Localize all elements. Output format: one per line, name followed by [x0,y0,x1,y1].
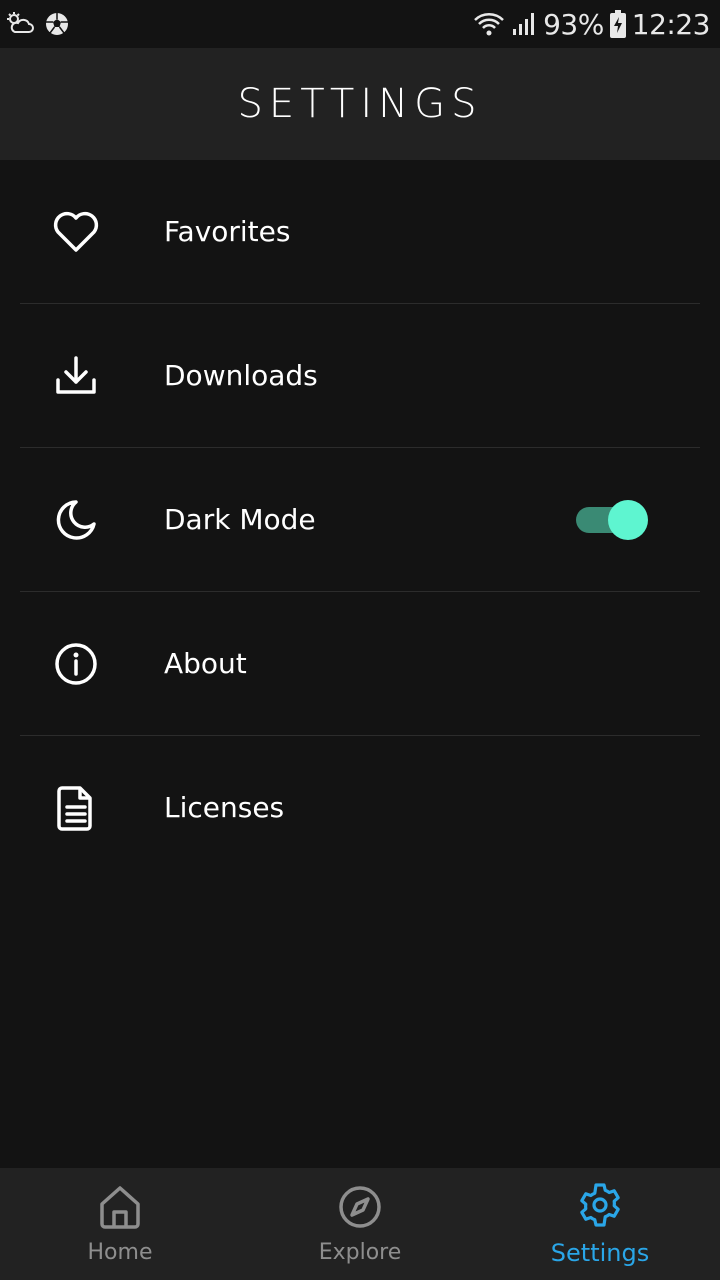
home-icon [98,1184,142,1234]
compass-icon [337,1184,383,1234]
toggle-thumb [608,499,648,540]
settings-item-dark-mode[interactable]: Dark Mode [20,448,700,592]
status-right: 93% 12:23 [473,8,720,41]
wifi-icon [473,11,505,37]
settings-item-licenses[interactable]: Licenses [20,736,700,879]
settings-item-label: Downloads [164,359,318,392]
signal-icon [511,11,537,37]
settings-item-about[interactable]: About [20,592,700,736]
heart-icon [52,208,100,256]
settings-item-label: Licenses [164,791,285,824]
settings-item-favorites[interactable]: Favorites [20,160,700,304]
document-icon [52,784,100,832]
bottom-nav: Home Explore Settings [0,1168,720,1280]
moon-icon [52,496,100,544]
soccer-ball-icon [44,11,70,37]
nav-label-settings: Settings [550,1239,650,1267]
settings-item-label: Favorites [164,215,291,248]
settings-item-label: About [164,647,247,680]
dark-mode-toggle[interactable] [576,499,648,540]
download-icon [52,352,100,400]
battery-percent: 93% [543,7,604,41]
gear-icon [576,1181,624,1233]
nav-item-home[interactable]: Home [0,1168,240,1280]
status-time: 12:23 [631,7,711,41]
nav-label-explore: Explore [318,1239,402,1265]
info-icon [52,640,100,688]
nav-item-settings[interactable]: Settings [480,1168,720,1280]
battery-charging-icon [609,10,626,38]
settings-list: Favorites Downloads Dark Mode About Lice… [0,160,720,879]
nav-item-explore[interactable]: Explore [240,1168,480,1280]
page-title: SETTINGS [237,81,483,127]
app-header: SETTINGS [0,48,720,160]
settings-item-label: Dark Mode [164,503,316,536]
weather-cloud-icon [6,11,36,37]
status-bar: 93% 12:23 [0,0,720,48]
nav-label-home: Home [87,1239,153,1265]
settings-screen: 93% 12:23 SETTINGS Favorites Downloads D… [0,0,720,1280]
status-left [0,11,70,37]
settings-item-downloads[interactable]: Downloads [20,304,700,448]
